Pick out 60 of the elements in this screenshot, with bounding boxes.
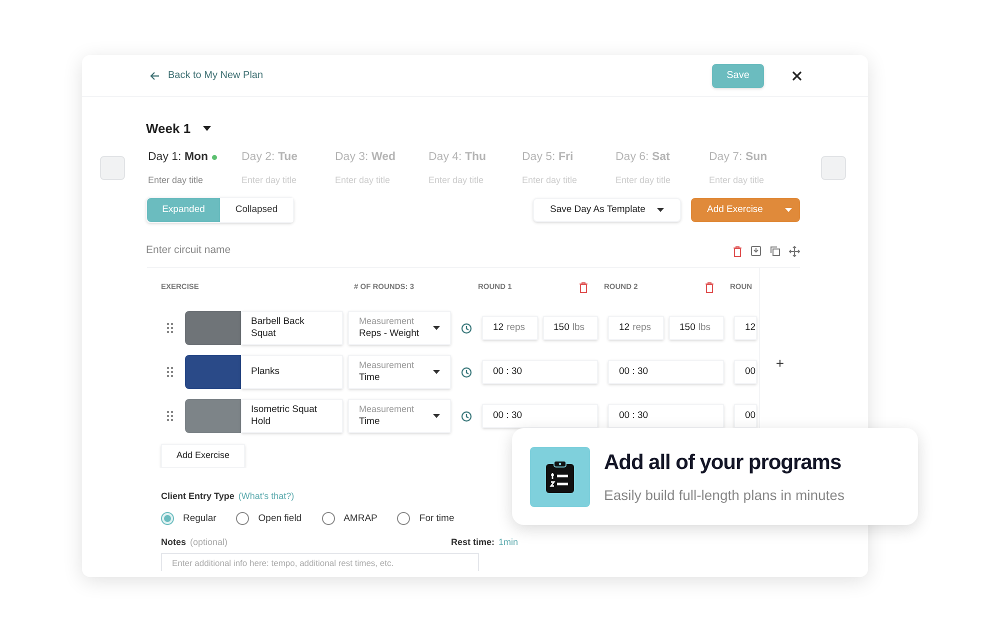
caret-down-icon[interactable]	[202, 126, 211, 132]
rest-time-label: Rest time:	[450, 536, 494, 549]
radio-option[interactable]: Open field	[236, 512, 302, 526]
reps-field[interactable]: 12 reps	[482, 316, 538, 340]
callout-subtitle: Easily build full-length plans in minutes	[604, 486, 844, 505]
time-field[interactable]: 00 : 30	[608, 404, 724, 428]
photo-placeholder	[185, 311, 241, 345]
move-icon[interactable]	[789, 246, 800, 257]
week-title: Week 1	[146, 120, 191, 138]
reps-field[interactable]: 150 lbs	[542, 316, 598, 340]
exercise-name: Planks	[241, 355, 343, 389]
caret-down-icon[interactable]	[433, 414, 440, 418]
measurement-select[interactable]: Measurement Reps - Weight	[348, 311, 451, 345]
reps-field[interactable]: 12 reps	[608, 316, 664, 340]
history-icon[interactable]	[461, 410, 472, 422]
copy-icon[interactable]	[770, 246, 780, 256]
time-field[interactable]: 00	[734, 360, 757, 384]
time-field[interactable]: 12	[734, 316, 757, 340]
notes-label: Notes	[161, 536, 186, 549]
day-tab[interactable]: Day 1: Mon	[148, 148, 208, 166]
view-toggle-tab[interactable]: Collapsed	[220, 198, 293, 222]
notes-field[interactable]: Enter additional info here: tempo, additional rest times, etc.	[161, 553, 479, 572]
history-icon[interactable]	[461, 366, 472, 378]
reps-field[interactable]: 150 lbs	[668, 316, 724, 340]
measurement-select[interactable]: Measurement Time	[348, 355, 451, 389]
add-round-button[interactable]: +	[776, 356, 784, 370]
caret-down-icon[interactable]	[657, 208, 664, 212]
circuit-name-field[interactable]: Enter circuit name	[146, 243, 733, 259]
time-field[interactable]: 00 : 30	[482, 404, 598, 428]
callout-title: Add all of your programs	[604, 450, 842, 476]
exercise-name: Barbell Back Squat	[241, 311, 343, 345]
time-field[interactable]: 00 : 30	[482, 360, 598, 384]
optional-hint: (optional)	[190, 536, 228, 549]
measurement-select[interactable]: Measurement Time	[348, 399, 451, 433]
caret-down-icon[interactable]	[433, 370, 440, 374]
radio-option[interactable]: AMRAP	[322, 512, 378, 526]
photo-placeholder	[185, 355, 241, 389]
photo-placeholder	[185, 399, 241, 433]
trash-icon[interactable]	[705, 282, 714, 292]
time-field[interactable]: 00 : 30	[608, 360, 724, 384]
radio-option[interactable]: For time	[397, 512, 454, 526]
drag-handle-icon[interactable]	[167, 411, 173, 421]
add-exercise-button[interactable]: Add Exercise	[161, 444, 245, 468]
exercise-name: Isometric Squat Hold	[241, 399, 343, 433]
history-icon[interactable]	[461, 322, 472, 334]
time-field[interactable]: 00	[734, 404, 757, 428]
close-icon[interactable]	[792, 70, 802, 80]
caret-down-icon[interactable]	[433, 326, 440, 330]
back-link[interactable]: Back to My New Plan	[150, 68, 264, 83]
day-title-field[interactable]: Enter day title	[148, 174, 234, 188]
client-entry-label: Client Entry Type	[161, 490, 234, 503]
drag-handle-icon[interactable]	[167, 367, 173, 377]
save-icon[interactable]	[751, 246, 761, 256]
clipboard-list-icon[interactable]	[545, 460, 575, 494]
template-button[interactable]: Save Day As Template	[533, 198, 681, 222]
trash-icon[interactable]	[579, 282, 588, 292]
drag-handle-icon[interactable]	[167, 323, 173, 333]
radio-option[interactable]: Regular	[161, 512, 216, 526]
back-arrow-icon[interactable]	[150, 70, 160, 80]
trash-icon[interactable]	[733, 246, 742, 257]
